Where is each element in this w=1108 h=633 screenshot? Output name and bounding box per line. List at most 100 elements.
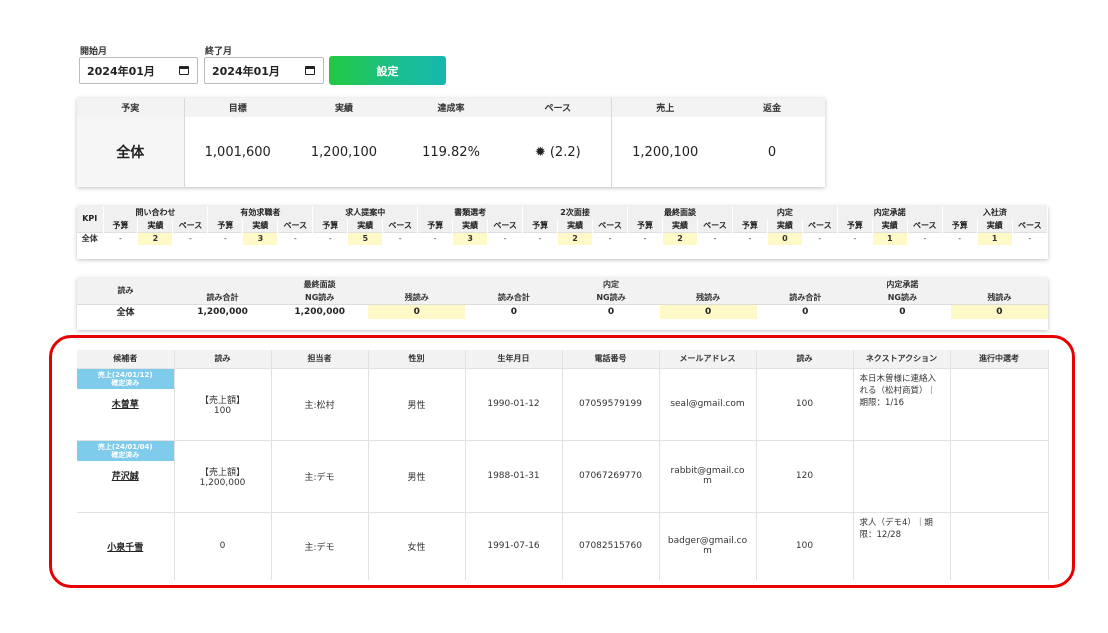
- progress-cell: [950, 367, 1049, 440]
- yomi2-cell: 100: [756, 511, 854, 580]
- kpi-value: 1: [977, 231, 1013, 245]
- set-button[interactable]: 設定: [329, 56, 446, 85]
- kpi-subheader: ペース: [487, 219, 524, 232]
- yomi-subheader: 読み合計: [465, 291, 563, 304]
- kpi-stage-inquiry: 問い合わせ: [103, 206, 209, 219]
- kpi-subheader: ペース: [592, 219, 629, 232]
- cand-header-phone: 電話番号: [562, 350, 660, 368]
- end-month-value: 2024年01月: [212, 64, 280, 78]
- candidate-name-link[interactable]: 小泉千雪: [77, 540, 174, 553]
- kpi-subheader: 実績: [557, 219, 594, 232]
- yomi-group-final-interview: 最終面談: [174, 278, 466, 291]
- badge-line2: 確定済み: [111, 450, 140, 459]
- cand-header-yomi: 読み: [174, 350, 272, 368]
- yomi-group-offer: 内定: [465, 278, 757, 291]
- summary-header-rate: 達成率: [397, 98, 505, 117]
- summary-header-yojitsu: 予実: [77, 98, 185, 117]
- yomi-value: 0: [756, 303, 854, 319]
- kpi-subheader: 予算: [417, 219, 454, 232]
- candidate-cell: 小泉千雪: [77, 511, 175, 580]
- table-row: 売上(24/01/04) 確定済み 芹沢誠 【売上額】 1,200,000 主:デ…: [77, 439, 1049, 512]
- status-badge: 売上(24/01/04) 確定済み: [77, 440, 174, 461]
- yomi-subheader: 読み合計: [756, 291, 854, 304]
- kpi-value: -: [942, 231, 978, 245]
- summary-rate-value: 119.82%: [422, 144, 480, 160]
- kpi-panel: KPI 問い合わせ 有効求職者 求人提案中 書類選考 2次面接 最終面談 内定 …: [77, 206, 1049, 259]
- yomi-subheader: 残読み: [950, 291, 1048, 304]
- summary-header-sales: 売上: [611, 98, 719, 117]
- kpi-subheader: ペース: [382, 219, 419, 232]
- calendar-icon[interactable]: [179, 66, 189, 75]
- kpi-subheader: 実績: [662, 219, 698, 232]
- summary-pace-value: (2.2): [549, 144, 581, 160]
- kpi-subheader: ペース: [277, 219, 314, 232]
- cand-header-owner: 担当者: [271, 350, 369, 368]
- candidate-name-link[interactable]: 木曽草: [77, 397, 174, 410]
- kpi-value: -: [802, 231, 838, 245]
- kpi-subheader: ペース: [1012, 219, 1049, 232]
- yomi2-cell: 120: [756, 439, 854, 512]
- kpi-stage-offer: 内定: [732, 206, 838, 219]
- yomi-group-offer-accepted: 内定承諾: [756, 278, 1048, 291]
- kpi-subheader: 予算: [732, 219, 768, 232]
- kpi-subheader: 予算: [627, 219, 663, 232]
- end-month-input[interactable]: 2024年01月: [204, 57, 324, 84]
- badge-line1: 売上(24/01/12): [97, 370, 153, 379]
- kpi-subheader: 実績: [452, 219, 489, 232]
- summary-header-actual: 実績: [291, 98, 397, 117]
- email-cell: rabbit@gmail.com: [659, 439, 757, 512]
- badge-line2: 確定済み: [111, 378, 140, 387]
- yomi-line1: 【売上額】: [199, 395, 245, 406]
- gender-cell: 男性: [368, 439, 466, 512]
- owner-cell: 主:デモ: [271, 511, 369, 580]
- kpi-value: 2: [557, 231, 594, 245]
- kpi-row-label: 全体: [77, 231, 104, 245]
- cand-header-progress: 進行中選考: [950, 350, 1049, 368]
- kpi-stage-second-interview: 2次面接: [522, 206, 629, 219]
- start-month-input[interactable]: 2024年01月: [79, 57, 198, 84]
- phone-cell: 07082515760: [562, 511, 660, 580]
- birth-cell: 1988-01-31: [465, 439, 563, 512]
- phone-cell: 07067269770: [562, 439, 660, 512]
- kpi-subheader: 実績: [347, 219, 384, 232]
- candidate-name-link[interactable]: 芹沢誠: [77, 469, 174, 482]
- gender-cell: 男性: [368, 367, 466, 440]
- yomi-value: 0: [465, 303, 563, 319]
- kpi-value: -: [312, 231, 349, 245]
- kpi-stage-final-interview: 最終面談: [627, 206, 733, 219]
- kpi-subheader: ペース: [697, 219, 733, 232]
- kpi-value: -: [487, 231, 524, 245]
- kpi-value: 2: [662, 231, 698, 245]
- birth-cell: 1990-01-12: [465, 367, 563, 440]
- cand-header-email: メールアドレス: [659, 350, 757, 368]
- kpi-stage-job-proposal: 求人提案中: [312, 206, 419, 219]
- yomi-value: 0: [562, 303, 660, 319]
- kpi-subheader: 実績: [242, 219, 279, 232]
- yomi-cell: 【売上額】 1,200,000: [174, 439, 272, 512]
- kpi-corner: KPI: [77, 206, 104, 232]
- summary-panel: 予実 目標 実績 達成率 ペース 売上 返金 全体 1,001,600 1,20…: [77, 98, 825, 187]
- kpi-value: -: [417, 231, 454, 245]
- kpi-value: -: [627, 231, 663, 245]
- calendar-icon[interactable]: [305, 66, 315, 75]
- email-cell: seal@gmail.com: [659, 367, 757, 440]
- yomi-line2: 100: [213, 405, 232, 416]
- summary-header-refund: 返金: [719, 98, 825, 117]
- kpi-value: -: [382, 231, 419, 245]
- yomi-panel: 読み 最終面談 内定 内定承諾 読み合計 NG読み 残読み 読み合計 NG読み 残読み 読み…: [77, 278, 1048, 330]
- cand-header-next-action: ネクストアクション: [853, 350, 951, 368]
- kpi-value: 3: [452, 231, 489, 245]
- yomi-subheader: NG読み: [271, 291, 369, 304]
- kpi-value: 1: [872, 231, 908, 245]
- kpi-value: 5: [347, 231, 384, 245]
- kpi-subheader: 実績: [137, 219, 174, 232]
- kpi-value: -: [277, 231, 314, 245]
- yomi-line2: 1,200,000: [199, 477, 246, 488]
- kpi-value: -: [592, 231, 629, 245]
- cand-header-yomi2: 読み: [756, 350, 854, 368]
- kpi-value: -: [103, 231, 139, 245]
- yomi-subheader: 残読み: [368, 291, 466, 304]
- kpi-value: -: [907, 231, 943, 245]
- start-month-label: 開始月: [80, 47, 108, 57]
- phone-cell: 07059579199: [562, 367, 660, 440]
